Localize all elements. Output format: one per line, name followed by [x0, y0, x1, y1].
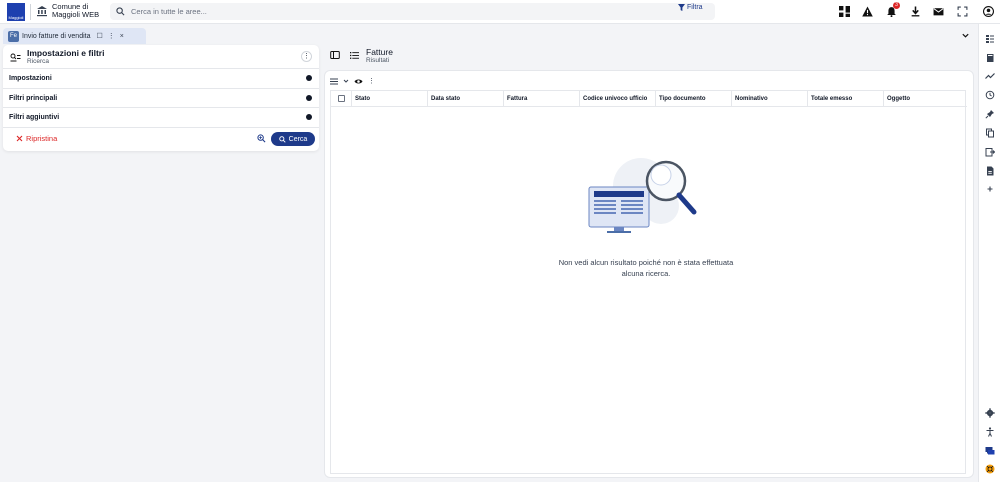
document-icon[interactable]: [985, 166, 995, 176]
close-icon[interactable]: ×: [120, 33, 124, 40]
org-line2: Maggioli WEB: [52, 10, 100, 19]
chevron-down-icon[interactable]: [343, 78, 349, 84]
accordion-impostazioni[interactable]: Impostazioni: [3, 68, 319, 87]
empty-line-1: Non vedi alcun risultato poiché non è st…: [558, 258, 734, 267]
panel-menu-button[interactable]: ⋮: [301, 51, 312, 62]
tab-menu-icon[interactable]: ⋮: [108, 32, 115, 40]
pin-icon[interactable]: ☐: [97, 32, 103, 40]
results-subtitle: Risultati: [366, 57, 390, 64]
accordion-filtri-principali[interactable]: Filtri principali: [3, 88, 319, 107]
tab-app-badge: Fe: [8, 30, 19, 42]
warning-icon[interactable]: [862, 6, 873, 17]
column-header[interactable]: Data stato: [427, 91, 503, 107]
table-header: Stato Data stato Fattura Codice univoco …: [331, 91, 967, 107]
download-icon[interactable]: [910, 6, 921, 17]
search-icon: [278, 135, 286, 143]
history-icon[interactable]: [985, 90, 995, 100]
list-icon: [350, 52, 359, 59]
accordion-label: Filtri principali: [9, 94, 58, 102]
results-table: Stato Data stato Fattura Codice univoco …: [330, 90, 967, 474]
results-title: Fatture: [366, 47, 393, 57]
eye-icon[interactable]: [354, 78, 363, 85]
right-rail: [978, 24, 1000, 482]
column-header[interactable]: Totale emesso: [807, 91, 883, 107]
tab-bar: Fe Invio fatture di vendita ☐ ⋮ ×: [0, 28, 978, 44]
list-settings-icon[interactable]: [985, 34, 995, 44]
pin-tool-icon[interactable]: [985, 109, 995, 119]
panel-title: Impostazioni e filtri: [27, 48, 105, 58]
trend-icon[interactable]: [985, 71, 995, 81]
filter-button[interactable]: Filtra: [678, 4, 703, 11]
more-options-icon[interactable]: ⋮: [368, 77, 375, 85]
user-icon[interactable]: [983, 6, 994, 17]
app-logo[interactable]: Maggioli: [7, 3, 25, 21]
filters-panel: Impostazioni e filtri Ricerca ⋮ Impostaz…: [3, 45, 319, 151]
tab-invio-fatture[interactable]: Fe Invio fatture di vendita ☐ ⋮ ×: [3, 28, 146, 44]
help-icon[interactable]: [985, 464, 995, 474]
expand-icon[interactable]: [306, 114, 312, 120]
chevron-down-icon[interactable]: [961, 31, 970, 40]
export-icon[interactable]: [985, 147, 995, 157]
column-header[interactable]: Stato: [351, 91, 427, 107]
apps-icon[interactable]: [839, 6, 850, 17]
mail-icon[interactable]: [933, 6, 944, 17]
top-bar: Maggioli Comune di Maggioli WEB Cerca in…: [0, 0, 1000, 24]
search-icon: [116, 7, 125, 16]
global-search[interactable]: Cerca in tutte le aree...: [110, 3, 715, 20]
column-header[interactable]: Fattura: [503, 91, 579, 107]
column-header[interactable]: Oggetto: [883, 91, 965, 107]
search-input[interactable]: Cerca in tutte le aree...: [131, 7, 207, 16]
expand-icon[interactable]: [306, 95, 312, 101]
tab-label: Invio fatture di vendita: [22, 32, 91, 40]
book-icon[interactable]: [985, 53, 995, 63]
reset-button[interactable]: Ripristina: [16, 134, 57, 143]
search-button-label: Cerca: [288, 135, 308, 143]
close-icon: [16, 135, 23, 142]
gear-icon[interactable]: [985, 408, 995, 418]
zoom-in-icon[interactable]: [257, 134, 266, 143]
add-icon[interactable]: [985, 184, 995, 194]
accessibility-icon[interactable]: [985, 427, 995, 437]
divider: [30, 4, 31, 20]
copy-icon[interactable]: [985, 128, 995, 138]
accordion-label: Impostazioni: [9, 74, 52, 82]
column-header[interactable]: Codice univoco ufficio: [579, 91, 655, 107]
expand-icon[interactable]: [306, 75, 312, 81]
empty-state-message: Non vedi alcun risultato poiché non è st…: [541, 257, 751, 279]
accordion-filtri-aggiuntivi[interactable]: Filtri aggiuntivi: [3, 107, 319, 126]
column-header[interactable]: Nominativo: [731, 91, 807, 107]
search-button[interactable]: Cerca: [271, 132, 315, 146]
filter-label: Filtra: [687, 4, 703, 11]
notification-badge: 3: [893, 2, 900, 9]
filter-icon: [678, 4, 685, 11]
menu-icon[interactable]: [330, 78, 338, 85]
fullscreen-icon[interactable]: [957, 6, 968, 17]
empty-search-illustration: [588, 158, 697, 233]
panel-actions: Ripristina Cerca: [3, 127, 319, 149]
empty-line-2: alcuna ricerca.: [621, 269, 671, 278]
toggle-panel-icon[interactable]: [330, 50, 340, 60]
filters-panel-header: Impostazioni e filtri Ricerca ⋮: [3, 45, 319, 68]
bank-icon[interactable]: [36, 5, 48, 17]
results-toolbar: ⋮: [330, 74, 375, 88]
accordion-label: Filtri aggiuntivi: [9, 113, 60, 121]
org-name[interactable]: Comune di Maggioli WEB: [52, 3, 99, 19]
results-panel: ⋮ Stato Data stato Fattura Codice univoc…: [324, 70, 974, 478]
logo-text: Maggioli: [8, 15, 24, 20]
search-settings-icon: [10, 53, 21, 62]
chat-icon[interactable]: [985, 446, 995, 456]
select-all-checkbox[interactable]: [338, 95, 345, 102]
panel-subtitle: Ricerca: [27, 58, 50, 65]
reset-label: Ripristina: [26, 134, 58, 143]
column-header[interactable]: Tipo documento: [655, 91, 731, 107]
